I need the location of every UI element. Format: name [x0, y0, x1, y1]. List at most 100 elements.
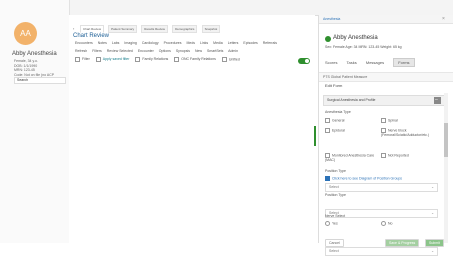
panel-divider-handle[interactable] — [314, 126, 316, 146]
chart-toolbar: Refresh Filters Review Selected Encounte… — [75, 49, 305, 53]
position-link-label: Click here to see Diagram of Position Gr… — [332, 176, 403, 181]
position-diagram-link[interactable]: Click here to see Diagram of Position Gr… — [325, 176, 402, 181]
form-title-collapse-button[interactable]: – — [434, 97, 441, 104]
chevron-down-icon: ⌄ — [431, 185, 434, 189]
scrollbar-thumb[interactable] — [444, 123, 448, 157]
position-select-value: Select — [329, 185, 339, 189]
spinal-label: Spinal — [388, 118, 398, 123]
panel-tabs: Scores Tasks Messages Forms — [325, 58, 445, 67]
filters-button[interactable]: Filters — [92, 49, 102, 53]
collapse-icon: – — [435, 97, 438, 103]
subtab-notes[interactable]: Notes — [98, 41, 107, 45]
tab-forms[interactable]: Forms — [393, 58, 415, 67]
no-radio[interactable] — [381, 221, 386, 226]
position-select[interactable]: Select ⌄ — [325, 183, 438, 192]
toggle-knob — [305, 59, 309, 63]
breadcrumb-label[interactable]: PTS Global Patient Measure — [323, 75, 367, 79]
subtab-letters[interactable]: Letters — [228, 41, 239, 45]
chevron-down-icon: ⌄ — [431, 249, 434, 253]
not-reported-checkbox[interactable] — [381, 153, 386, 158]
option-general: General — [325, 118, 344, 123]
tab-snapshot[interactable]: Snapshot — [201, 25, 221, 33]
subtab-imaging[interactable]: Imaging — [124, 41, 136, 45]
yes-label: Yes — [332, 221, 338, 226]
chart-subtabs: Encounters Notes Labs Imaging Cardiology… — [75, 41, 300, 45]
family-relations-checkbox[interactable] — [135, 57, 141, 62]
encounter-button[interactable]: Encounter — [138, 49, 154, 53]
epidural-label: Epidural — [332, 128, 345, 133]
cancel-button[interactable]: Cancel — [325, 239, 344, 247]
submit-label: Submit — [429, 241, 440, 245]
subtab-referrals[interactable]: Referrals — [263, 41, 277, 45]
unfiled-label: Unfiled — [228, 57, 240, 62]
panel-patient-name: Abby Anesthesia — [333, 35, 378, 41]
panel-app-label: Anesthesia — [323, 17, 341, 21]
admin-button[interactable]: Admin — [228, 49, 238, 53]
subtab-labs[interactable]: Labs — [112, 41, 120, 45]
patient-name: Abby Anesthesia — [12, 51, 57, 57]
patient-sidebar: AA Abby Anesthesia Female, 34 y.o. DOB: … — [0, 0, 70, 243]
refresh-button[interactable]: Refresh — [75, 49, 87, 53]
tab-demographics[interactable]: Demographics — [172, 25, 198, 33]
not-reported-label: Not Reported — [388, 153, 409, 158]
no-label: No — [388, 221, 393, 226]
subtab-media[interactable]: Media — [213, 41, 223, 45]
tab-scores[interactable]: Scores — [325, 60, 337, 65]
form-title-row: Surgical Anesthesia and Profile – — [323, 95, 445, 106]
close-icon[interactable]: × — [442, 16, 445, 22]
subtab-procedures[interactable]: Procedures — [164, 41, 182, 45]
filter-checkbox[interactable] — [75, 57, 80, 62]
mac-label: Monitored Anesthesia Care (MAC) — [325, 153, 375, 162]
submit-button[interactable]: Submit — [425, 239, 444, 247]
avatar-initials: AA — [20, 29, 31, 38]
subtab-meds[interactable]: Meds — [186, 41, 195, 45]
epidural-checkbox[interactable] — [325, 128, 330, 133]
spinal-checkbox[interactable] — [381, 118, 386, 123]
sidebar-search-input[interactable]: Search — [14, 77, 66, 84]
unfiled-checkbox[interactable] — [221, 57, 227, 62]
cancel-button-label: Cancel — [329, 241, 340, 245]
general-label: General — [332, 118, 345, 123]
apply-saved-filter-label: Apply saved filter — [102, 57, 130, 62]
synopsis-button[interactable]: Synopsis — [176, 49, 190, 53]
option-mac: Monitored Anesthesia Care (MAC) — [325, 153, 377, 162]
save-progress-button[interactable]: Save & Progress — [385, 239, 420, 247]
filter-label: Filter — [82, 57, 90, 62]
options-button[interactable]: Options — [159, 49, 171, 53]
page-title: Chart Review — [73, 33, 110, 39]
avatar: AA — [14, 22, 37, 45]
subtab-cardiology[interactable]: Cardiology — [142, 41, 159, 45]
position-label: Position Type — [325, 169, 346, 173]
toggle-switch[interactable] — [298, 58, 310, 64]
chart-tabs: Chart Review Patient Summary Results Rev… — [80, 25, 223, 33]
family-relations-label: Family Relations — [142, 57, 169, 62]
onc-family-relations-checkbox[interactable] — [174, 57, 180, 62]
yes-option: Yes — [325, 221, 338, 226]
general-checkbox[interactable] — [325, 118, 330, 123]
tab-chart-review[interactable]: Chart Review — [80, 25, 105, 33]
tab-tasks[interactable]: Tasks — [347, 60, 357, 65]
second-select-value: Select — [329, 249, 339, 253]
nerve-block-label: Nerve block (Femoral/Sciatic/Adductor/et… — [381, 128, 430, 137]
review-selected-button[interactable]: Review Selected — [107, 49, 133, 53]
filter-row: Filter Apply saved filter Family Relatio… — [75, 57, 305, 62]
edit-form-label: Edit Form — [325, 83, 343, 88]
smartsets-button[interactable]: SmartSets — [207, 49, 223, 53]
subtab-episodes[interactable]: Episodes — [243, 41, 257, 45]
patient-status-icon — [325, 36, 331, 42]
yes-radio[interactable] — [325, 221, 330, 226]
tab-results-review[interactable]: Results Review — [141, 25, 168, 33]
apply-saved-filter-checkbox[interactable] — [95, 57, 101, 62]
tab-messages[interactable]: Messages — [366, 60, 384, 65]
option-epidural: Epidural — [325, 128, 345, 133]
position-type-label: Position Type — [325, 193, 346, 197]
nerve-select-label: Nerve Select — [325, 214, 346, 218]
anesthesia-panel: Anesthesia × Abby Anesthesia Sex: Female… — [318, 15, 453, 256]
subtab-links[interactable]: Links — [200, 41, 208, 45]
nav-back-icon[interactable]: ‹ — [73, 26, 74, 31]
tab-patient-summary[interactable]: Patient Summary — [108, 25, 138, 33]
scrollbar-track[interactable] — [444, 93, 448, 243]
new-button[interactable]: New — [195, 49, 202, 53]
subtab-encounters[interactable]: Encounters — [75, 41, 93, 45]
option-nerve-block: Nerve block (Femoral/Sciatic/Adductor/et… — [381, 128, 431, 137]
